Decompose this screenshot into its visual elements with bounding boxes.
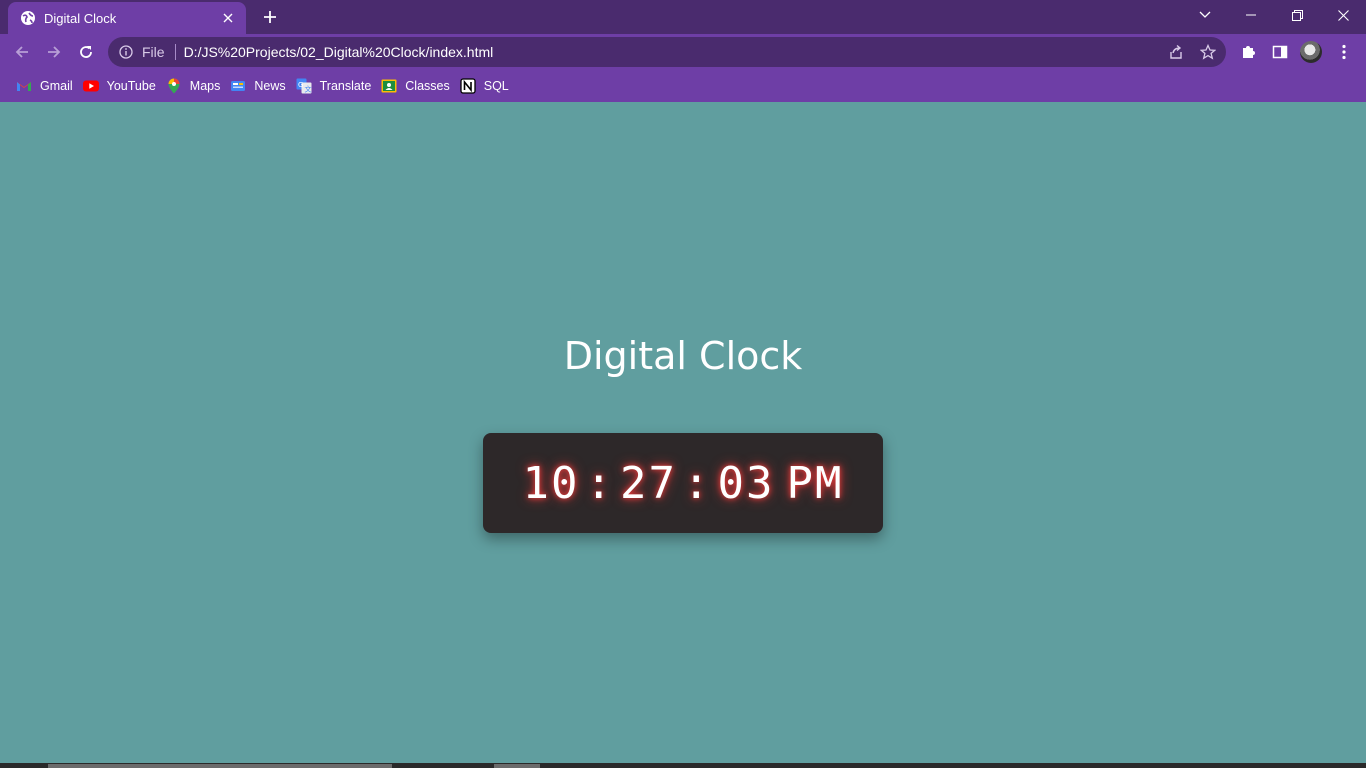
- clock-minutes: 27: [620, 457, 677, 509]
- share-icon[interactable]: [1168, 44, 1184, 60]
- notion-icon: [460, 78, 476, 94]
- bookmark-label: Gmail: [40, 79, 73, 93]
- reload-button[interactable]: [72, 38, 100, 66]
- bookmark-news[interactable]: News: [228, 72, 293, 100]
- restore-button[interactable]: [1274, 0, 1320, 30]
- youtube-icon: [82, 78, 99, 94]
- tab-title: Digital Clock: [44, 10, 117, 26]
- taskbar-item: [494, 764, 540, 768]
- bookmark-maps[interactable]: Maps: [164, 72, 229, 100]
- bookmark-label: Maps: [189, 79, 221, 93]
- minimize-button[interactable]: [1228, 0, 1274, 30]
- tab-search-icon[interactable]: [1182, 0, 1228, 30]
- clock-separator: :: [585, 457, 615, 509]
- menu-kebab-icon[interactable]: [1332, 40, 1356, 64]
- bookmark-label: Classes: [405, 79, 450, 93]
- bookmarks-bar: Gmail YouTube Maps News G文 Translate Cla…: [0, 70, 1366, 102]
- clock-hours: 10: [522, 457, 580, 509]
- browser-tab[interactable]: Digital Clock: [8, 2, 246, 34]
- clock-display: 10:27:03 PM: [483, 433, 883, 533]
- globe-icon: [20, 10, 36, 26]
- bookmark-gmail[interactable]: Gmail: [14, 72, 81, 100]
- clock-time: 10:27:03 PM: [523, 458, 844, 509]
- forward-button[interactable]: [40, 38, 68, 66]
- close-tab-icon[interactable]: [220, 10, 236, 26]
- profile-avatar[interactable]: [1300, 41, 1322, 63]
- clock-period: PM: [786, 457, 844, 509]
- url-text[interactable]: D:/JS%20Projects/02_Digital%20Clock/inde…: [184, 44, 494, 60]
- bookmark-star-icon[interactable]: [1200, 44, 1216, 60]
- bookmark-classes[interactable]: Classes: [379, 72, 457, 100]
- page-title: Digital Clock: [563, 334, 803, 378]
- bookmark-label: News: [254, 79, 286, 93]
- bookmark-label: Translate: [319, 79, 372, 93]
- svg-text:G: G: [298, 81, 303, 89]
- bookmark-sql[interactable]: SQL: [458, 72, 517, 100]
- clock-seconds: 03: [717, 457, 775, 509]
- close-window-button[interactable]: [1320, 0, 1366, 30]
- bookmark-label: SQL: [483, 79, 509, 93]
- taskbar-item: [48, 764, 392, 768]
- gmail-icon: [16, 78, 32, 94]
- svg-text:文: 文: [304, 85, 311, 94]
- bookmark-label: YouTube: [106, 79, 156, 93]
- address-bar[interactable]: File D:/JS%20Projects/02_Digital%20Clock…: [108, 37, 1226, 67]
- info-icon[interactable]: [118, 44, 134, 60]
- url-scheme-label: File: [142, 44, 165, 60]
- bookmark-youtube[interactable]: YouTube: [81, 72, 164, 100]
- page-content: Digital Clock 10:27:03 PM: [0, 102, 1366, 768]
- divider: [174, 44, 176, 60]
- toolbar: File D:/JS%20Projects/02_Digital%20Clock…: [0, 34, 1366, 70]
- back-button[interactable]: [8, 38, 36, 66]
- translate-icon: G文: [296, 78, 312, 94]
- title-bar: Digital Clock: [0, 0, 1366, 34]
- extensions-icon[interactable]: [1236, 40, 1260, 64]
- maps-icon: [166, 78, 182, 94]
- new-tab-button[interactable]: [258, 5, 282, 29]
- side-panel-icon[interactable]: [1268, 40, 1292, 64]
- bookmark-translate[interactable]: G文 Translate: [294, 72, 380, 100]
- clock-separator: :: [683, 457, 712, 509]
- news-icon: [230, 78, 246, 94]
- classes-icon: [381, 78, 397, 94]
